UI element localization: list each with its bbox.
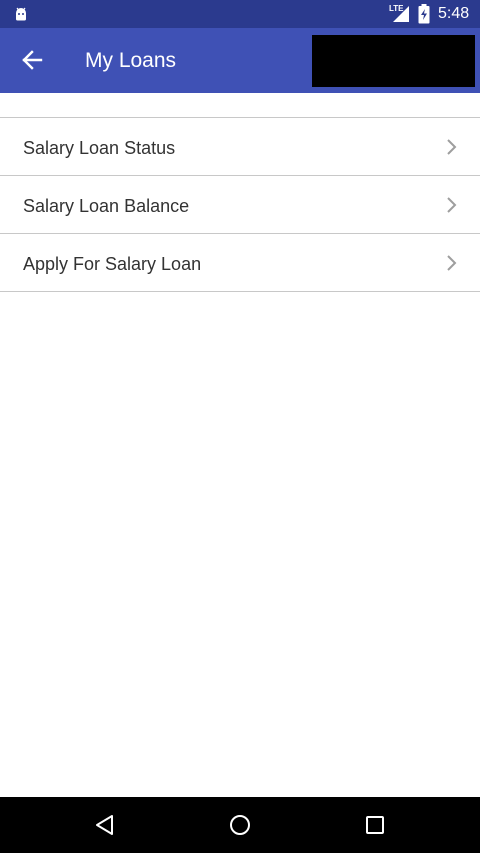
list-item-salary-loan-status[interactable]: Salary Loan Status [0,118,480,176]
loan-menu-list: Salary Loan Status Salary Loan Balance A… [0,117,480,292]
page-title: My Loans [85,49,177,72]
nav-back-button[interactable] [85,807,125,843]
chevron-right-icon [447,197,457,213]
android-icon [16,7,26,21]
status-bar: LTE 5:48 [0,0,480,28]
chevron-right-icon [447,255,457,271]
arrow-left-icon [22,50,43,70]
redacted-area [312,35,475,87]
app-bar: My Loans [0,28,480,93]
list-item-label: Apply For Salary Loan [23,254,202,274]
system-nav-bar [0,797,480,853]
list-item-salary-loan-balance[interactable]: Salary Loan Balance [0,176,480,234]
nav-home-icon [230,815,250,835]
list-item-label: Salary Loan Balance [23,196,190,216]
nav-home-button[interactable] [220,807,260,843]
chevron-right-icon [447,139,457,155]
status-clock: 5:48 [438,5,470,22]
nav-recents-icon [366,816,384,834]
signal-icon [393,6,409,22]
back-button[interactable] [10,38,54,82]
nav-recents-button[interactable] [355,807,395,843]
list-item-apply-salary-loan[interactable]: Apply For Salary Loan [0,234,480,292]
screen: LTE 5:48 My Loans Salary Loan Status Sal… [0,0,480,853]
nav-back-icon [96,815,113,835]
list-item-label: Salary Loan Status [23,138,176,158]
battery-icon [418,4,430,24]
